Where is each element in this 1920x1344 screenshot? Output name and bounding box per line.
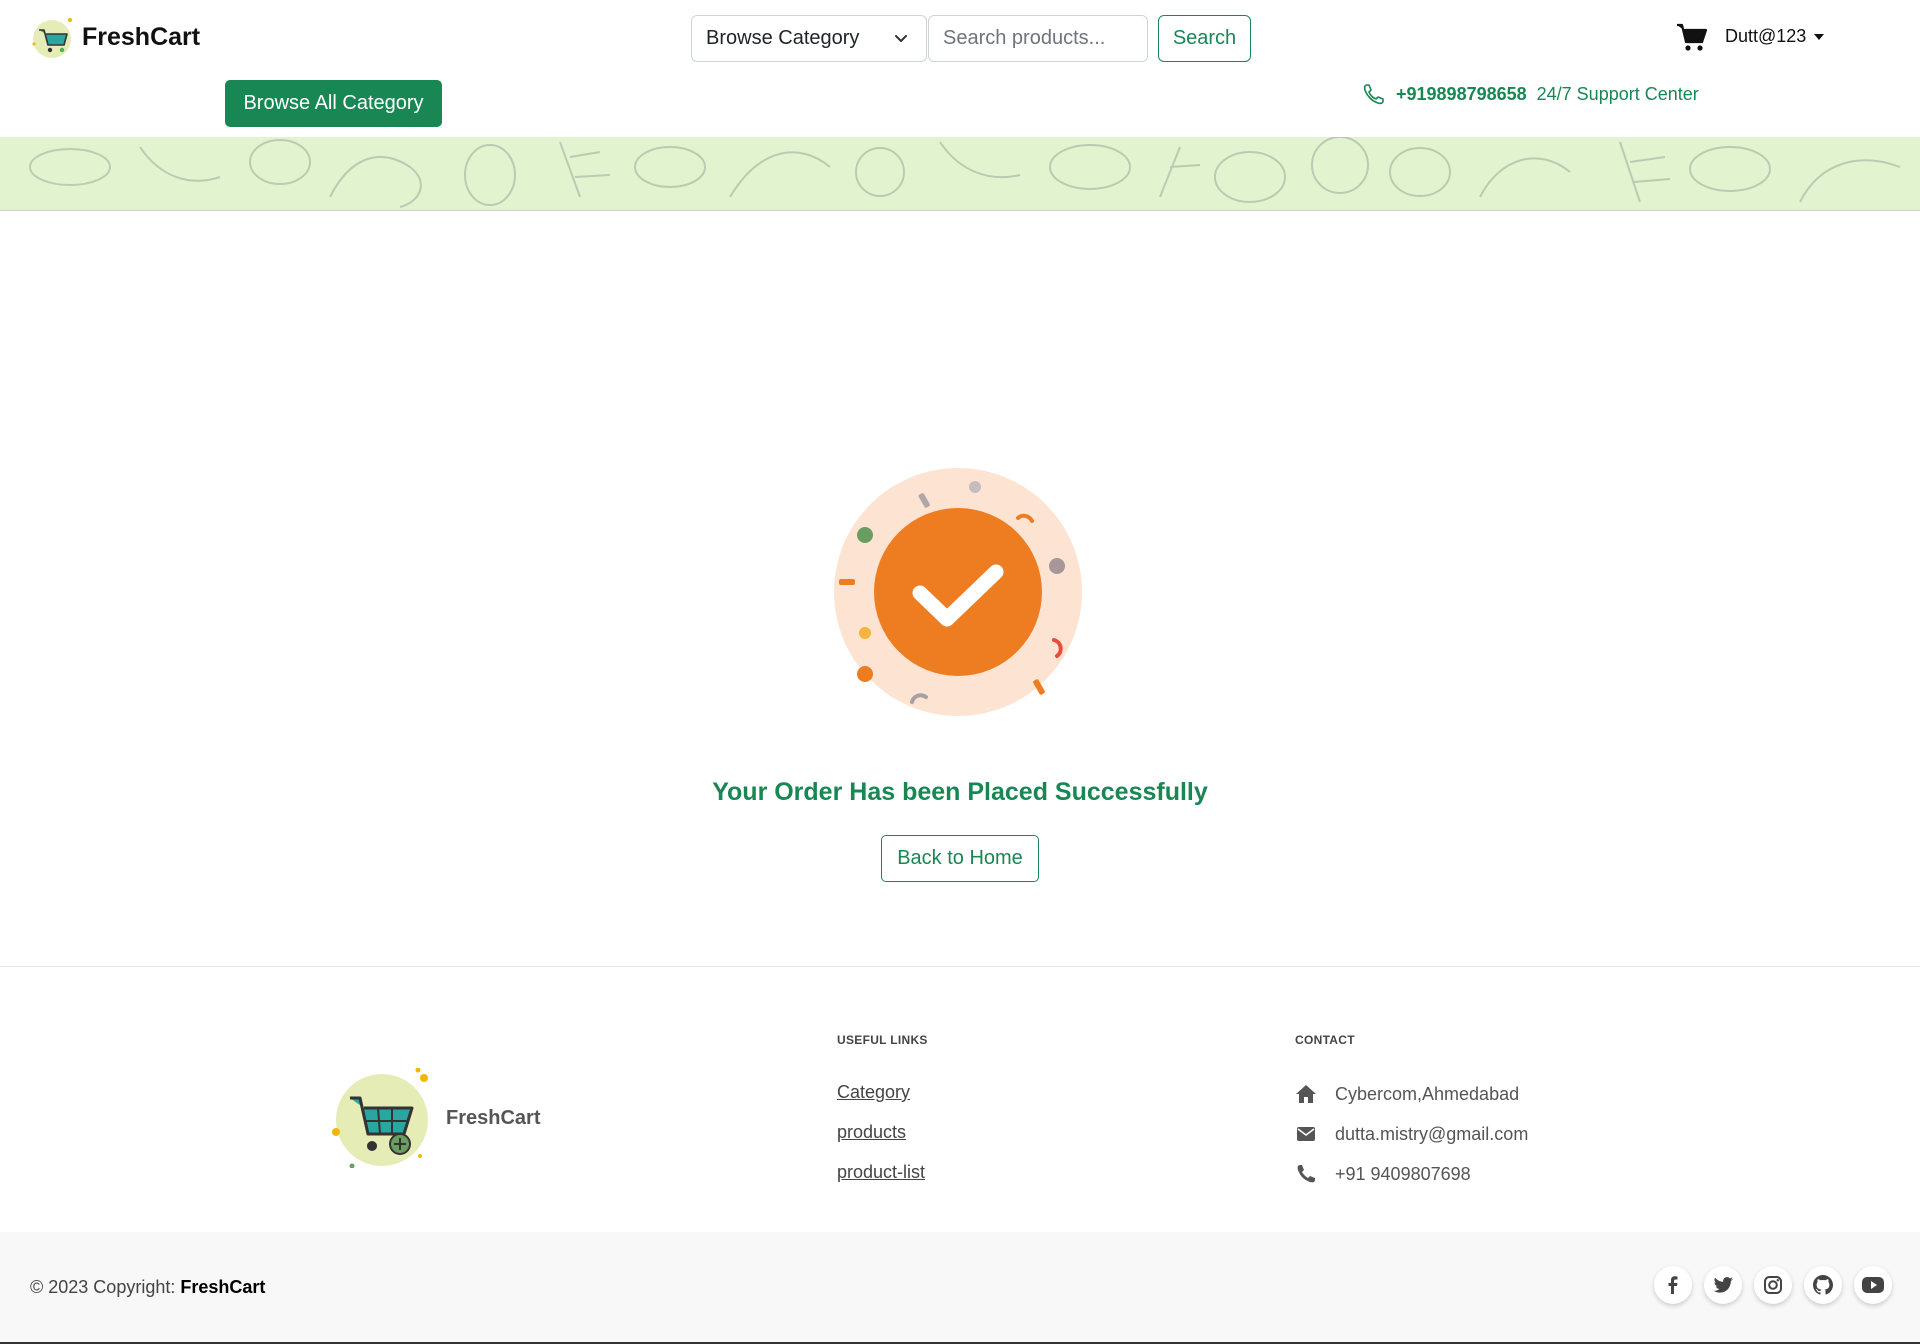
support-phone[interactable]: +919898798658: [1396, 84, 1527, 105]
site-header: FreshCart Browse Category Search Dutt@12…: [0, 0, 1920, 137]
contact-email: dutta.mistry@gmail.com: [1295, 1122, 1528, 1146]
footer-brand[interactable]: FreshCart: [332, 1068, 540, 1168]
cart-logo-icon: [32, 18, 72, 58]
contact-phone: +91 9409807698: [1295, 1162, 1528, 1186]
contact-email-text[interactable]: dutta.mistry@gmail.com: [1335, 1124, 1528, 1145]
caret-down-icon: [1814, 33, 1825, 40]
useful-links-heading: USEFUL LINKS: [837, 1033, 928, 1047]
brand-name: FreshCart: [82, 22, 201, 51]
copyright-prefix: © 2023 Copyright:: [30, 1277, 181, 1297]
github-icon: [1813, 1275, 1833, 1295]
vegetable-pattern-image: [29, 137, 1901, 208]
home-icon: [1295, 1083, 1317, 1105]
user-menu[interactable]: Dutt@123: [1725, 26, 1825, 47]
phone-icon: [1363, 84, 1384, 105]
instagram-icon: [1764, 1276, 1782, 1294]
contact-heading: CONTACT: [1295, 1033, 1355, 1047]
copyright: © 2023 Copyright: FreshCart: [30, 1277, 265, 1298]
cart-icon[interactable]: [1675, 20, 1709, 54]
footer-divider: [0, 966, 1920, 967]
order-success-message: Your Order Has been Placed Successfully: [712, 778, 1208, 806]
browse-all-category-button[interactable]: Browse All Category: [225, 80, 442, 127]
search-button[interactable]: Search: [1158, 15, 1251, 62]
contact-address-text: Cybercom,Ahmedabad: [1335, 1083, 1520, 1104]
facebook-link[interactable]: [1654, 1266, 1692, 1304]
footer-link-product-list[interactable]: product-list: [837, 1162, 925, 1186]
useful-links-list: Category products product-list: [837, 1082, 925, 1202]
category-select[interactable]: Browse Category: [691, 15, 927, 62]
footer-bottom-bar: © 2023 Copyright: FreshCart: [0, 1232, 1920, 1344]
social-links: [1654, 1266, 1892, 1304]
search-input[interactable]: [928, 15, 1148, 62]
cart-logo-icon: [332, 1068, 428, 1168]
user-name: Dutt@123: [1725, 26, 1807, 46]
facebook-icon: [1668, 1276, 1678, 1294]
twitter-link[interactable]: [1704, 1266, 1742, 1304]
footer-link-category[interactable]: Category: [837, 1082, 925, 1106]
contact-address: Cybercom,Ahmedabad: [1295, 1082, 1528, 1106]
instagram-link[interactable]: [1754, 1266, 1792, 1304]
order-success-icon: [834, 468, 1082, 716]
contact-phone-text[interactable]: +91 9409807698: [1335, 1164, 1471, 1185]
envelope-icon: [1295, 1123, 1317, 1145]
contact-list: Cybercom,Ahmedabad dutta.mistry@gmail.co…: [1295, 1082, 1528, 1202]
category-select-value: Browse Category: [706, 27, 860, 49]
youtube-link[interactable]: [1854, 1266, 1892, 1304]
brand-link[interactable]: FreshCart: [30, 14, 200, 60]
back-to-home-button[interactable]: Back to Home: [881, 835, 1039, 882]
support-label: 24/7 Support Center: [1536, 83, 1699, 104]
github-link[interactable]: [1804, 1266, 1842, 1304]
footer-link-products[interactable]: products: [837, 1122, 925, 1146]
chevron-down-icon: [895, 35, 907, 42]
copyright-brand[interactable]: FreshCart: [180, 1277, 265, 1297]
footer-brand-name: FreshCart: [446, 1106, 541, 1129]
phone-icon: [1295, 1163, 1317, 1185]
youtube-icon: [1862, 1277, 1884, 1293]
twitter-icon: [1713, 1277, 1733, 1293]
support-contact: +919898798658 24/7 Support Center: [1362, 82, 1699, 106]
vegetable-pattern-banner: [0, 137, 1920, 211]
